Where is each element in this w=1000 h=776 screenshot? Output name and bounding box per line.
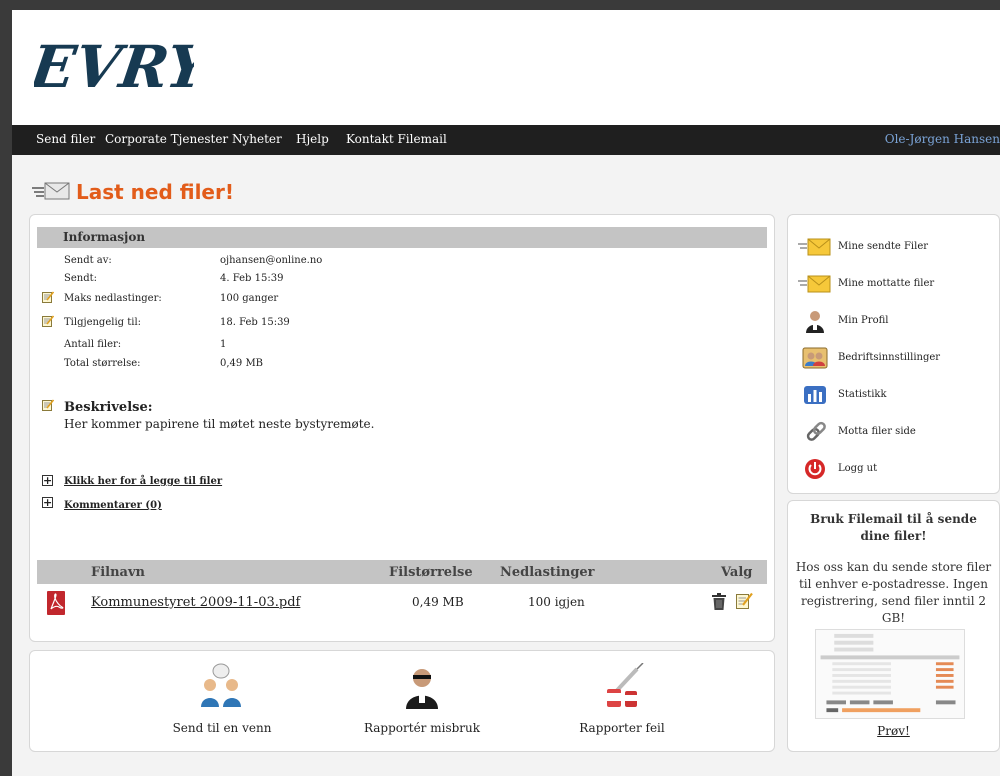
- max-downloads-value: 100 ganger: [220, 293, 279, 304]
- sidebar-item-company-settings[interactable]: Bedriftsinnstillinger: [798, 346, 993, 370]
- chain-link-icon: [806, 421, 826, 441]
- col-filesize: Filstørrelse: [389, 565, 473, 580]
- sidebar-menu: Mine sendte Filer Mine mottatte filer Mi…: [787, 214, 1000, 494]
- sender-value: ojhansen@online.no: [220, 255, 323, 266]
- user-profile-icon: [806, 311, 824, 333]
- col-filename: Filnavn: [91, 565, 145, 580]
- info-header-bar: Informasjon: [37, 227, 767, 248]
- comments-link[interactable]: Kommentarer (0): [64, 500, 162, 511]
- comments-plus-icon[interactable]: +: [42, 497, 53, 508]
- promo-panel: Bruk Filemail til å sende dine filer! Ho…: [787, 500, 1000, 752]
- logo-text: EVRY: [34, 32, 194, 101]
- page-container: EVRY Send filer Corporate Tjenester Nyhe…: [12, 10, 1000, 776]
- company-settings-icon: [802, 347, 828, 369]
- col-downloads: Nedlastinger: [500, 565, 595, 580]
- description-title: Beskrivelse:: [64, 400, 153, 415]
- total-size-value: 0,49 MB: [220, 358, 264, 369]
- sidebar-item-sent-files[interactable]: Mine sendte Filer: [798, 235, 993, 259]
- report-error-label: Rapporter feil: [579, 721, 665, 735]
- report-abuse-button[interactable]: Rapportér misbruk: [347, 651, 497, 751]
- sidebar-item-label: Statistikk: [838, 389, 887, 400]
- try-now-link[interactable]: Prøv!: [788, 724, 999, 738]
- page-title-row: Last ned filer!: [32, 178, 234, 208]
- promo-text: Hos oss kan du sende store filer til enh…: [795, 560, 992, 625]
- add-files-link[interactable]: Klikk her for å legge til filer: [64, 476, 222, 487]
- info-header-title: Informasjon: [63, 230, 146, 244]
- top-navbar: Send filer Corporate Tjenester Nyheter H…: [12, 125, 1000, 155]
- security-guard-icon: [406, 669, 438, 709]
- page-title: Last ned filer!: [76, 180, 234, 204]
- send-to-friend-label: Send til en venn: [172, 721, 272, 735]
- nav-contact[interactable]: Kontakt Filemail: [346, 132, 447, 146]
- evry-logo[interactable]: EVRY: [34, 32, 194, 102]
- medical-syringe-icon: [607, 663, 644, 707]
- sender-label: Sendt av:: [64, 255, 112, 266]
- edit-file-icon[interactable]: [736, 592, 753, 609]
- send-to-friend-button[interactable]: Send til en venn: [147, 651, 297, 751]
- sent-value: 4. Feb 15:39: [220, 273, 284, 284]
- flying-envelope-icon: [32, 182, 70, 200]
- edit-description-icon[interactable]: [42, 399, 54, 411]
- sidebar-item-label: Mine sendte Filer: [838, 241, 929, 252]
- sidebar-item-label: Min Profil: [838, 315, 889, 326]
- user-name-link[interactable]: Ole-Jørgen Hansen: [885, 132, 1000, 146]
- sidebar-item-logout[interactable]: Logg ut: [798, 457, 993, 481]
- report-error-button[interactable]: Rapporter feil: [547, 651, 697, 751]
- pdf-file-icon: [47, 591, 65, 615]
- edit-max-downloads-icon[interactable]: [42, 291, 54, 303]
- file-name-link[interactable]: Kommunestyret 2009-11-03.pdf: [91, 595, 300, 610]
- report-abuse-label: Rapportér misbruk: [363, 721, 481, 735]
- sidebar-item-label: Mine mottatte filer: [838, 278, 935, 289]
- sidebar-item-label: Bedriftsinnstillinger: [838, 352, 941, 363]
- sidebar-item-received-files[interactable]: Mine mottatte filer: [798, 272, 993, 296]
- trash-icon[interactable]: [712, 593, 726, 610]
- bottom-actions-panel: Send til en venn Rapportér misbruk Rappo…: [29, 650, 775, 752]
- file-count-label: Antall filer:: [64, 339, 122, 350]
- file-table-header: Filnavn Filstørrelse Nedlastinger Valg: [37, 560, 767, 584]
- nav-corporate-services[interactable]: Corporate Tjenester: [105, 132, 228, 146]
- sidebar-item-receive-page[interactable]: Motta filer side: [798, 420, 993, 444]
- nav-help[interactable]: Hjelp: [296, 132, 329, 146]
- description-text: Her kommer papirene til møtet neste byst…: [64, 417, 375, 431]
- nav-send-files[interactable]: Send filer: [36, 132, 95, 146]
- nav-news[interactable]: Nyheter: [232, 132, 282, 146]
- sidebar-item-profile[interactable]: Min Profil: [798, 309, 993, 333]
- sidebar-item-label: Logg ut: [838, 463, 878, 474]
- file-count-value: 1: [220, 339, 227, 350]
- file-downloads-value: 100 igjen: [528, 595, 585, 609]
- add-files-plus-icon[interactable]: +: [42, 475, 53, 486]
- edit-available-until-icon[interactable]: [42, 315, 54, 327]
- statistics-icon: [804, 386, 826, 404]
- envelope-send-icon: [798, 238, 831, 256]
- sidebar-item-label: Motta filer side: [838, 426, 916, 437]
- promo-title: Bruk Filemail til å sende dine filer!: [810, 512, 977, 543]
- two-people-chat-icon: [201, 663, 241, 707]
- power-icon: [805, 459, 825, 479]
- max-downloads-label: Maks nedlastinger:: [64, 293, 162, 304]
- envelope-receive-icon: [798, 275, 831, 293]
- sent-label: Sendt:: [64, 273, 97, 284]
- col-options: Valg: [721, 565, 753, 580]
- available-until-value: 18. Feb 15:39: [220, 317, 290, 328]
- header: EVRY: [12, 10, 1000, 125]
- sidebar-item-statistics[interactable]: Statistikk: [798, 383, 993, 407]
- file-info-panel: Informasjon Sendt av: ojhansen@online.no…: [29, 214, 775, 642]
- total-size-label: Total størrelse:: [64, 358, 141, 369]
- available-until-label: Tilgjengelig til:: [64, 317, 142, 328]
- promo-screenshot-thumbnail: [815, 629, 965, 719]
- file-size-value: 0,49 MB: [412, 595, 464, 609]
